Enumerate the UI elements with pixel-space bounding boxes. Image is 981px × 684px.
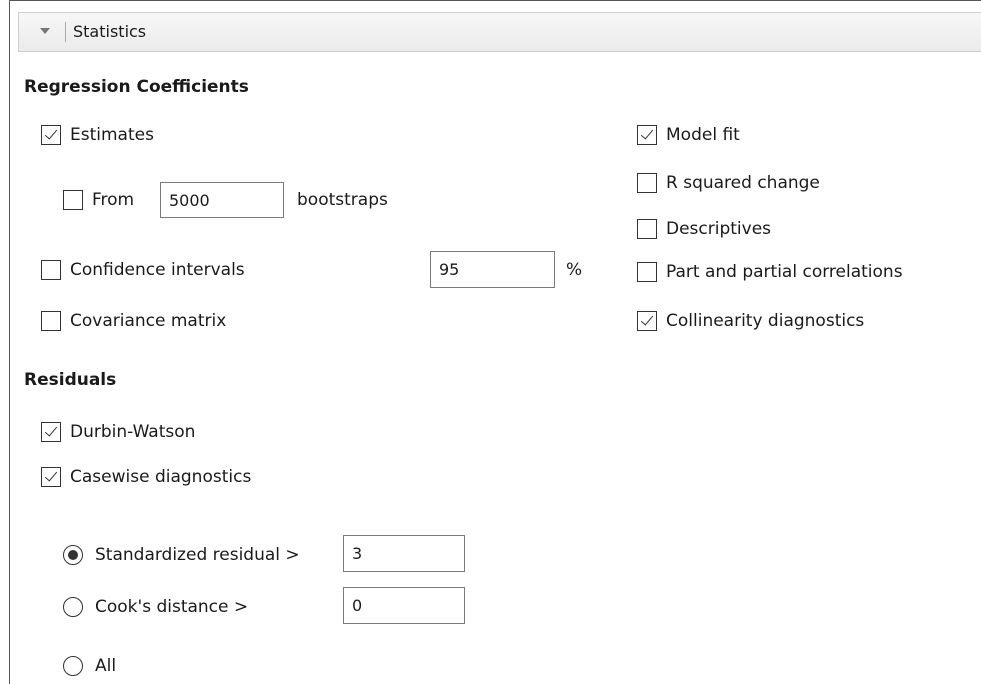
r-squared-change-checkbox[interactable] [637,173,657,193]
confidence-level-input[interactable]: 95 [430,251,555,288]
descriptives-checkbox[interactable] [637,219,657,239]
residuals-heading: Residuals [24,370,117,390]
descriptives-label: Descriptives [666,219,772,239]
collinearity-diagnostics-checkbox[interactable] [637,311,657,331]
percent-suffix: % [566,260,583,280]
part-partial-correlations-label: Part and partial correlations [666,262,903,282]
bootstrap-from-label: From [92,190,135,210]
cooks-distance-input[interactable]: 0 [343,587,465,624]
section-title: Statistics [73,22,147,41]
standardized-residual-radio[interactable] [63,545,83,565]
casewise-diagnostics-label: Casewise diagnostics [70,467,252,487]
cooks-distance-label: Cook's distance > [95,597,249,617]
confidence-intervals-label: Confidence intervals [70,260,245,280]
estimates-label: Estimates [70,125,154,145]
r-squared-change-label: R squared change [666,173,820,193]
bootstrap-checkbox[interactable] [63,190,83,210]
standardized-residual-label: Standardized residual > [95,545,300,565]
standardized-residual-input[interactable]: 3 [343,535,465,572]
bootstrap-count-input[interactable]: 5000 [160,182,284,218]
panel-frame [9,0,981,684]
covariance-matrix-label: Covariance matrix [70,311,227,331]
cooks-distance-radio[interactable] [63,597,83,617]
all-label: All [95,656,117,676]
statistics-section-header[interactable]: Statistics [18,12,981,52]
casewise-diagnostics-checkbox[interactable] [41,467,61,487]
estimates-checkbox[interactable] [41,125,61,145]
durbin-watson-checkbox[interactable] [41,422,61,442]
durbin-watson-label: Durbin-Watson [70,422,196,442]
part-partial-correlations-checkbox[interactable] [637,262,657,282]
regression-coefficients-heading: Regression Coefficients [24,77,249,97]
model-fit-checkbox[interactable] [637,125,657,145]
header-separator [65,22,66,42]
collapse-arrow-icon[interactable] [40,28,50,34]
covariance-matrix-checkbox[interactable] [41,311,61,331]
all-radio[interactable] [63,656,83,676]
model-fit-label: Model fit [666,125,740,145]
collinearity-diagnostics-label: Collinearity diagnostics [666,311,865,331]
bootstraps-suffix: bootstraps [297,190,388,210]
confidence-intervals-checkbox[interactable] [41,260,61,280]
